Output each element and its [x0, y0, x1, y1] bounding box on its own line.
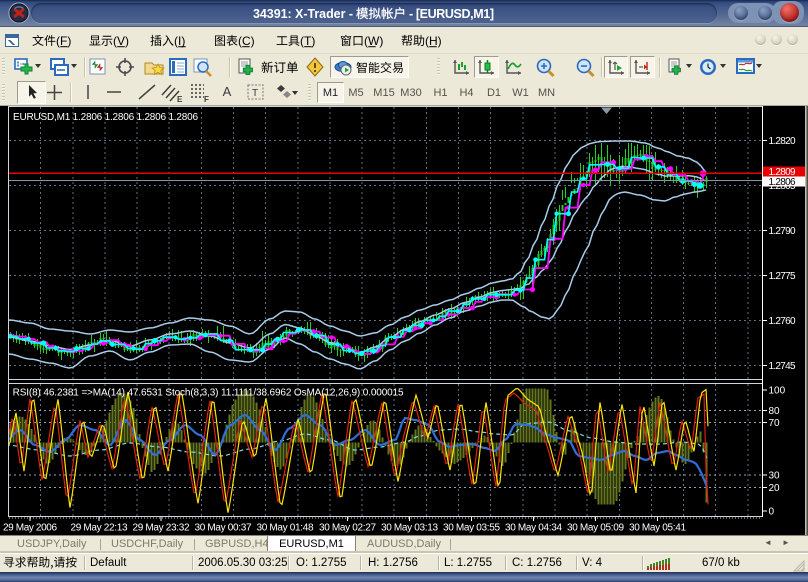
svg-text:29 May 2006: 29 May 2006	[3, 523, 57, 534]
svg-text:0: 0	[769, 507, 775, 518]
svg-text:1.2760: 1.2760	[769, 316, 796, 327]
svg-text:30 May 04:34: 30 May 04:34	[505, 523, 562, 534]
svg-text:EURUSD,M1 1.2806 1.2806 1.280: EURUSD,M1 1.2806 1.2806 1.2806 1.2806	[13, 112, 198, 123]
svg-text:29 May 23:32: 29 May 23:32	[133, 523, 190, 534]
svg-text:80: 80	[769, 406, 781, 417]
svg-text:30 May 01:48: 30 May 01:48	[257, 523, 314, 534]
svg-text:1.2790: 1.2790	[769, 226, 796, 237]
svg-text:70: 70	[769, 418, 781, 429]
svg-text:1.2745: 1.2745	[769, 361, 796, 372]
svg-text:F: F	[204, 95, 209, 103]
svg-text:1.2820: 1.2820	[769, 136, 796, 147]
svg-text:T: T	[252, 88, 258, 99]
svg-text:20: 20	[769, 483, 781, 494]
svg-text:30 May 05:09: 30 May 05:09	[567, 523, 624, 534]
svg-text:1.2806: 1.2806	[769, 177, 796, 188]
svg-text:29 May 22:13: 29 May 22:13	[71, 523, 128, 534]
svg-text:1.2775: 1.2775	[769, 271, 796, 282]
svg-text:30 May 03:13: 30 May 03:13	[381, 523, 438, 534]
svg-text:30 May 00:37: 30 May 00:37	[195, 523, 252, 534]
svg-text:30 May 05:41: 30 May 05:41	[629, 523, 686, 534]
svg-text:30 May 02:27: 30 May 02:27	[319, 523, 376, 534]
svg-text:30: 30	[769, 471, 781, 482]
svg-text:100: 100	[769, 386, 786, 397]
svg-text:E: E	[177, 95, 183, 103]
svg-text:30 May 03:55: 30 May 03:55	[443, 523, 500, 534]
svg-text:RSI(8) 46.2381 =>MA(14) 47.65: RSI(8) 46.2381 =>MA(14) 47.6531 Stoch(8,…	[13, 388, 404, 399]
